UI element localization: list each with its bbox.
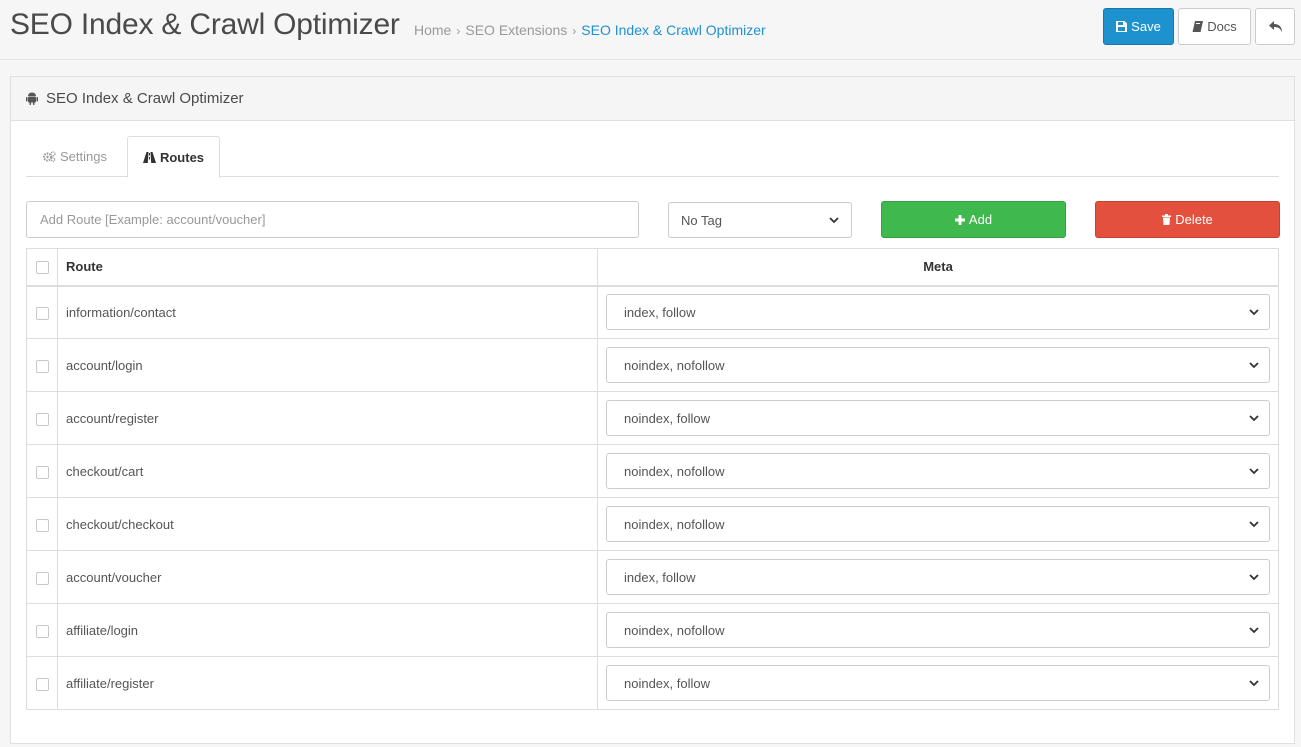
chevron-down-icon bbox=[1249, 626, 1259, 634]
book-icon bbox=[1192, 21, 1204, 32]
table-row: affiliate/login noindex, nofollow bbox=[26, 603, 1279, 657]
meta-select-value: noindex, nofollow bbox=[624, 622, 725, 638]
route-cell: affiliate/register bbox=[57, 656, 598, 710]
page-title: SEO Index & Crawl Optimizer bbox=[10, 8, 400, 41]
add-label: Add bbox=[968, 212, 993, 227]
row-checkbox[interactable] bbox=[35, 359, 49, 373]
save-button[interactable]: Save bbox=[1103, 8, 1174, 45]
tab-routes[interactable]: Routes bbox=[127, 136, 220, 178]
row-checkbox[interactable] bbox=[35, 677, 49, 691]
table-header-row: Route Meta bbox=[26, 248, 1279, 287]
page-header: SEO Index & Crawl Optimizer Home › SEO Ext… bbox=[0, 0, 1301, 60]
back-button[interactable] bbox=[1255, 8, 1295, 45]
tab-routes-label: Routes bbox=[159, 149, 205, 165]
meta-select[interactable]: noindex, follow bbox=[606, 665, 1270, 701]
chevron-down-icon bbox=[1249, 520, 1259, 528]
chevron-down-icon bbox=[1249, 467, 1259, 475]
panel-heading: SEO Index & Crawl Optimizer bbox=[11, 77, 1294, 121]
route-cell: account/register bbox=[57, 391, 598, 445]
meta-select-value: index, follow bbox=[624, 569, 696, 585]
meta-select[interactable]: noindex, nofollow bbox=[606, 347, 1270, 383]
floppy-icon bbox=[1116, 21, 1128, 32]
cogs-icon bbox=[43, 151, 56, 162]
tab-settings[interactable]: Settings bbox=[26, 136, 124, 177]
route-cell: account/voucher bbox=[57, 550, 598, 604]
meta-select-value: index, follow bbox=[624, 304, 696, 320]
reply-icon bbox=[1268, 20, 1282, 33]
table-row: checkout/checkout noindex, nofollow bbox=[26, 497, 1279, 551]
meta-select[interactable]: noindex, nofollow bbox=[606, 612, 1270, 648]
chevron-down-icon bbox=[1249, 414, 1259, 422]
row-checkbox[interactable] bbox=[35, 624, 49, 638]
breadcrumb-seo-extensions[interactable]: SEO Extensions bbox=[465, 22, 567, 38]
main-panel: SEO Index & Crawl Optimizer Settings Rou… bbox=[10, 76, 1295, 744]
row-checkbox[interactable] bbox=[35, 518, 49, 532]
table-row: account/login noindex, nofollow bbox=[26, 338, 1279, 392]
select-all-cell bbox=[26, 248, 58, 287]
chevron-down-icon bbox=[1249, 309, 1259, 316]
chevron-down-icon bbox=[1249, 361, 1259, 369]
table-row: account/voucher index, follow bbox=[26, 550, 1279, 604]
table-row: checkout/cart noindex, nofollow bbox=[26, 444, 1279, 498]
route-header: Route bbox=[57, 248, 598, 287]
breadcrumb-separator: › bbox=[572, 24, 577, 38]
tab-bar: Settings Routes bbox=[26, 136, 1279, 178]
plus-icon bbox=[954, 214, 965, 225]
row-checkbox[interactable] bbox=[35, 571, 49, 585]
chevron-down-icon bbox=[829, 216, 839, 224]
road-icon bbox=[142, 151, 156, 163]
docs-label: Docs bbox=[1207, 19, 1237, 34]
table-row: information/contact index, follow bbox=[26, 285, 1279, 339]
breadcrumb: Home › SEO Extensions › SEO Index & Crawl Op… bbox=[414, 22, 766, 38]
meta-header: Meta bbox=[597, 248, 1279, 287]
tag-select-value: No Tag bbox=[681, 212, 722, 228]
docs-button[interactable]: Docs bbox=[1178, 8, 1251, 45]
add-button[interactable]: Add bbox=[881, 201, 1066, 238]
route-cell: checkout/checkout bbox=[57, 497, 598, 551]
tag-select[interactable]: No Tag bbox=[668, 202, 852, 238]
meta-select-value: noindex, follow bbox=[624, 675, 710, 691]
meta-select[interactable]: noindex, follow bbox=[606, 400, 1270, 436]
row-checkbox[interactable] bbox=[35, 412, 49, 426]
route-cell: affiliate/login bbox=[57, 603, 598, 657]
add-route-input[interactable] bbox=[26, 201, 639, 238]
chevron-down-icon bbox=[1249, 573, 1259, 581]
tab-settings-label: Settings bbox=[60, 149, 107, 164]
meta-select[interactable]: noindex, nofollow bbox=[606, 453, 1270, 489]
meta-select[interactable]: noindex, nofollow bbox=[606, 506, 1270, 542]
row-checkbox[interactable] bbox=[35, 306, 49, 320]
route-cell: information/contact bbox=[57, 285, 598, 339]
meta-select-value: noindex, nofollow bbox=[624, 516, 725, 532]
trash-icon bbox=[1162, 214, 1172, 225]
route-cell: account/login bbox=[57, 338, 598, 392]
row-checkbox[interactable] bbox=[35, 465, 49, 479]
table-row: affiliate/register noindex, follow bbox=[26, 656, 1279, 710]
meta-select[interactable]: index, follow bbox=[606, 294, 1270, 331]
panel-title: SEO Index & Crawl Optimizer bbox=[46, 90, 244, 107]
select-all-checkbox[interactable] bbox=[35, 261, 49, 275]
save-label: Save bbox=[1131, 19, 1161, 34]
breadcrumb-home[interactable]: Home bbox=[414, 22, 451, 38]
delete-button[interactable]: Delete bbox=[1095, 201, 1280, 238]
route-cell: checkout/cart bbox=[57, 444, 598, 498]
table-row: account/register noindex, follow bbox=[26, 391, 1279, 445]
delete-label: Delete bbox=[1175, 212, 1213, 227]
meta-select-value: noindex, nofollow bbox=[624, 357, 725, 373]
meta-select[interactable]: index, follow bbox=[606, 559, 1270, 595]
chevron-down-icon bbox=[1249, 679, 1259, 687]
meta-select-value: noindex, follow bbox=[624, 410, 710, 426]
meta-select-value: noindex, nofollow bbox=[624, 463, 725, 479]
routes-table: Route Meta information/contact index, fo… bbox=[26, 248, 1279, 710]
android-icon bbox=[26, 92, 38, 105]
breadcrumb-separator: › bbox=[456, 24, 461, 38]
breadcrumb-current[interactable]: SEO Index & Crawl Optimizer bbox=[581, 22, 765, 38]
